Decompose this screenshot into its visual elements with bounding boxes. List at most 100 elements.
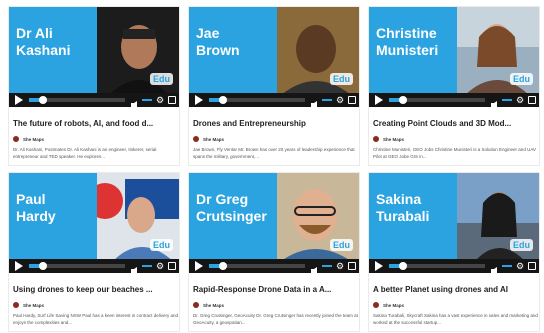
video-card[interactable]: Paul Hardy Edu ⚙ Using drones to keep ou… [8, 172, 180, 332]
gear-icon[interactable]: ⚙ [515, 95, 525, 105]
speaker-name-panel: Jae Brown [189, 7, 277, 95]
video-controls: ⚙ [189, 93, 359, 107]
volume-icon[interactable] [131, 262, 141, 273]
speaker-name: Dr Ali Kashani [16, 25, 71, 58]
author-name: She Maps [383, 302, 405, 308]
gear-icon[interactable]: ⚙ [515, 261, 525, 271]
video-title[interactable]: Drones and Entrepreneurship [193, 119, 357, 128]
author-name: She Maps [23, 302, 45, 308]
edu-logo: Edu [510, 239, 533, 251]
volume-icon[interactable] [131, 96, 141, 107]
edu-logo: Edu [330, 239, 353, 251]
edu-logo: Edu [150, 239, 173, 251]
video-thumbnail[interactable]: Paul Hardy Edu ⚙ [9, 173, 179, 273]
author-avatar [193, 136, 199, 142]
video-description: Christine Munisteri, GEO Jobs Christine … [373, 147, 536, 159]
speaker-name-panel: Paul Hardy [9, 173, 97, 261]
progress-bar[interactable] [29, 262, 125, 270]
author-name: She Maps [203, 136, 225, 142]
video-grid: Dr Ali Kashani Edu ⚙ The future of robot… [0, 0, 544, 333]
author-name: She Maps [203, 302, 225, 308]
author-name: She Maps [23, 136, 45, 142]
speaker-name-panel: Dr Greg Crutsinger [189, 173, 277, 261]
volume-slider[interactable] [322, 265, 332, 267]
volume-icon[interactable] [311, 96, 321, 107]
author-avatar [13, 302, 19, 308]
fullscreen-icon[interactable] [528, 96, 536, 104]
gear-icon[interactable]: ⚙ [335, 261, 345, 271]
volume-icon[interactable] [491, 262, 501, 273]
edu-logo: Edu [510, 73, 533, 85]
video-card[interactable]: Jae Brown Edu ⚙ Drones and Entrepreneurs… [188, 6, 360, 166]
play-icon[interactable] [195, 261, 203, 271]
progress-bar[interactable] [389, 96, 485, 104]
speaker-name-panel: Dr Ali Kashani [9, 7, 97, 95]
volume-slider[interactable] [142, 265, 152, 267]
video-thumbnail[interactable]: Dr Ali Kashani Edu ⚙ [9, 7, 179, 107]
author-avatar [373, 302, 379, 308]
video-thumbnail[interactable]: Jae Brown Edu ⚙ [189, 7, 359, 107]
speaker-name: Jae Brown [196, 25, 240, 58]
volume-slider[interactable] [142, 99, 152, 101]
video-card[interactable]: Sakina Turabali Edu ⚙ A better Planet us… [368, 172, 540, 332]
video-title[interactable]: Rapid-Response Drone Data in a A... [193, 285, 357, 294]
play-icon[interactable] [195, 95, 203, 105]
video-title[interactable]: Creating Point Clouds and 3D Mod... [373, 119, 537, 128]
author: She Maps [373, 301, 404, 309]
speaker-name: Sakina Turabali [376, 191, 430, 224]
video-card[interactable]: Dr Greg Crutsinger Edu ⚙ Rapid-Response … [188, 172, 360, 332]
speaker-name: Christine Munisteri [376, 25, 439, 58]
video-controls: ⚙ [369, 93, 539, 107]
author-avatar [13, 136, 19, 142]
video-card[interactable]: Christine Munisteri Edu ⚙ Creating Point… [368, 6, 540, 166]
author: She Maps [13, 135, 44, 143]
video-title[interactable]: Using drones to keep our beaches ... [13, 285, 177, 294]
gear-icon[interactable]: ⚙ [155, 261, 165, 271]
video-description: Dr. Greg Crutsinger, GeoAcuity Dr. Greg … [193, 313, 358, 325]
fullscreen-icon[interactable] [168, 96, 176, 104]
video-description: Dr. Ali Kashani, Postmates Dr. Ali Kasha… [13, 147, 157, 159]
volume-slider[interactable] [502, 265, 512, 267]
video-thumbnail[interactable]: Christine Munisteri Edu ⚙ [369, 7, 539, 107]
video-controls: ⚙ [9, 259, 179, 273]
progress-bar[interactable] [29, 96, 125, 104]
author-avatar [373, 136, 379, 142]
video-controls: ⚙ [9, 93, 179, 107]
progress-bar[interactable] [209, 96, 305, 104]
volume-slider[interactable] [322, 99, 332, 101]
video-title[interactable]: The future of robots, AI, and food d... [13, 119, 177, 128]
video-description: Sakina Turabali, Skycraft Sakina has a v… [373, 313, 538, 325]
fullscreen-icon[interactable] [528, 262, 536, 270]
speaker-name-panel: Christine Munisteri [369, 7, 457, 95]
speaker-name: Dr Greg Crutsinger [196, 191, 267, 224]
fullscreen-icon[interactable] [348, 96, 356, 104]
speaker-name: Paul Hardy [16, 191, 56, 224]
video-controls: ⚙ [369, 259, 539, 273]
volume-icon[interactable] [491, 96, 501, 107]
progress-bar[interactable] [389, 262, 485, 270]
video-title[interactable]: A better Planet using drones and AI [373, 285, 537, 294]
author: She Maps [193, 301, 224, 309]
fullscreen-icon[interactable] [168, 262, 176, 270]
author: She Maps [193, 135, 224, 143]
play-icon[interactable] [375, 95, 383, 105]
progress-bar[interactable] [209, 262, 305, 270]
speaker-name-panel: Sakina Turabali [369, 173, 457, 261]
edu-logo: Edu [330, 73, 353, 85]
video-card[interactable]: Dr Ali Kashani Edu ⚙ The future of robot… [8, 6, 180, 166]
volume-icon[interactable] [311, 262, 321, 273]
video-thumbnail[interactable]: Sakina Turabali Edu ⚙ [369, 173, 539, 273]
edu-logo: Edu [150, 73, 173, 85]
volume-slider[interactable] [502, 99, 512, 101]
play-icon[interactable] [15, 95, 23, 105]
play-icon[interactable] [15, 261, 23, 271]
author: She Maps [13, 301, 44, 309]
play-icon[interactable] [375, 261, 383, 271]
author-avatar [193, 302, 199, 308]
video-description: Paul Hardy, Surf Life Saving NSW Paul ha… [13, 313, 178, 325]
fullscreen-icon[interactable] [348, 262, 356, 270]
video-thumbnail[interactable]: Dr Greg Crutsinger Edu ⚙ [189, 173, 359, 273]
gear-icon[interactable]: ⚙ [335, 95, 345, 105]
gear-icon[interactable]: ⚙ [155, 95, 165, 105]
author: She Maps [373, 135, 404, 143]
